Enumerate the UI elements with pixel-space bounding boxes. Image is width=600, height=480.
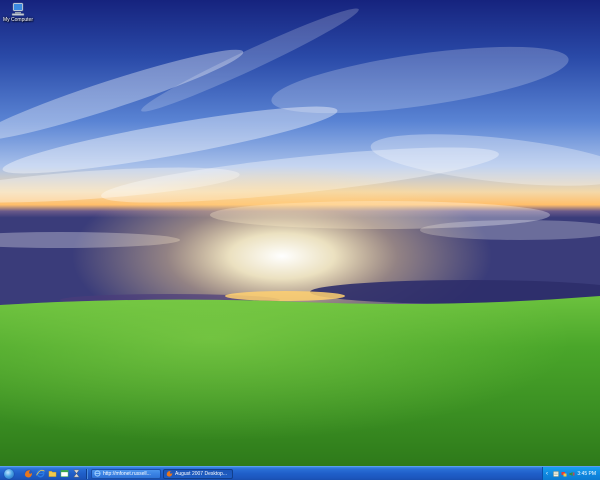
desktop-icon-label: My Computer [2,17,33,23]
my-computer-icon [11,2,25,16]
firefox-icon[interactable] [24,469,33,478]
task-button-desktop-post[interactable]: August 2007 Desktop... [163,468,233,479]
task-button-web-page[interactable]: http://mfonet.russell... [91,468,161,479]
wallpaper [0,0,600,466]
taskbar-separator [86,468,88,479]
internet-explorer-icon[interactable] [36,469,45,478]
network-icon[interactable] [561,471,567,477]
desktop-icon-my-computer[interactable]: My Computer [2,2,34,23]
firefox-icon [166,470,173,477]
task-button-label: August 2007 Desktop... [175,470,227,477]
tray-expand-chevron-icon[interactable]: ‹ [546,471,551,477]
notepad-icon[interactable] [553,470,559,477]
system-tray: ‹ 3:45 PM [542,466,600,480]
quick-launch-toolbar [24,469,81,478]
internet-explorer-icon [94,470,101,477]
taskbar-clock[interactable]: 3:45 PM [577,471,596,477]
volume-icon[interactable] [569,471,575,477]
window-icon[interactable] [60,469,69,478]
desktop[interactable]: My Computer http://mfonet.russell... Aug… [0,0,600,480]
hourglass-icon[interactable] [72,469,81,478]
taskbar[interactable]: http://mfonet.russell... August 2007 Des… [0,466,600,480]
folder-icon[interactable] [48,469,57,478]
windows-orb-icon[interactable] [4,468,14,479]
task-button-label: http://mfonet.russell... [103,470,151,477]
